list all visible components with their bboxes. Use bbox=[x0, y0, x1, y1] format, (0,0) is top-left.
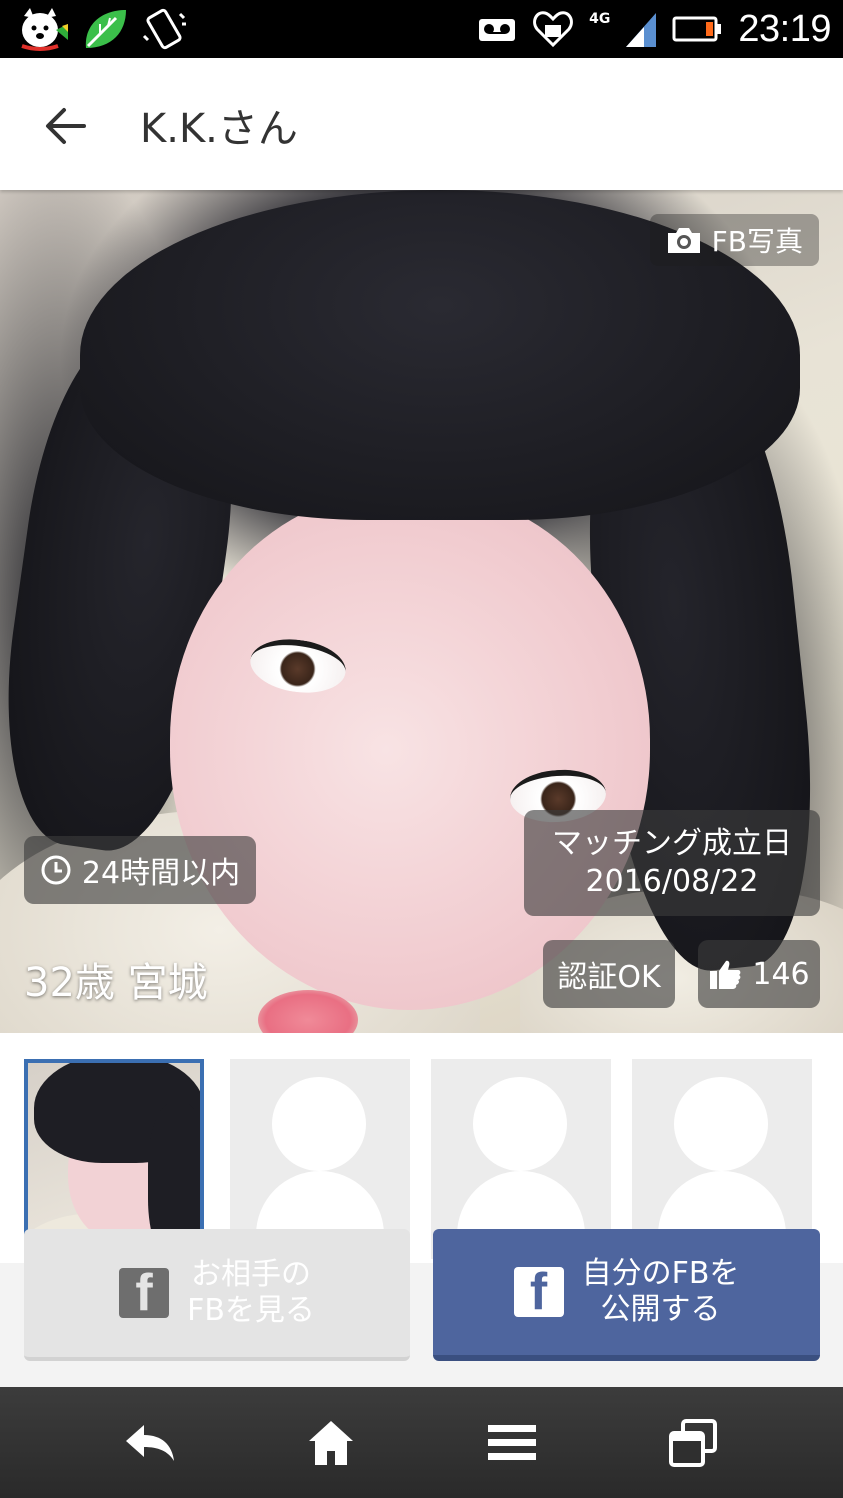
profile-photo[interactable]: FB写真 24時間以内 マッチング成立日 2016/08/22 32歳 宮城 認… bbox=[0, 190, 843, 1033]
avatar-placeholder-icon bbox=[272, 1077, 366, 1171]
home-icon bbox=[309, 1420, 354, 1465]
view-partner-fb-button[interactable]: f お相手の FBを見る bbox=[24, 1229, 410, 1361]
clock-icon bbox=[41, 855, 71, 885]
nav-home-button[interactable] bbox=[291, 1403, 371, 1483]
like-count: 146 bbox=[752, 956, 810, 992]
camera-icon bbox=[667, 228, 700, 253]
age-location: 32歳 宮城 bbox=[24, 960, 208, 1006]
label-line-1: お相手の bbox=[191, 1257, 311, 1292]
fb-photo-text: FB写真 bbox=[711, 225, 803, 258]
photo-detail bbox=[170, 490, 650, 1010]
avatar-placeholder-icon bbox=[674, 1077, 768, 1171]
page-title: K.K.さん bbox=[140, 106, 298, 152]
back-button[interactable] bbox=[34, 94, 98, 158]
voicemail-icon bbox=[479, 19, 516, 41]
match-date: 2016/08/22 bbox=[585, 864, 759, 899]
heart-icon bbox=[533, 11, 574, 48]
publish-my-fb-button[interactable]: f 自分のFBを 公開する bbox=[433, 1229, 820, 1361]
phone-vibrate-icon bbox=[142, 8, 186, 50]
label-line-2: FBを見る bbox=[187, 1293, 315, 1328]
label-line-1: 自分のFBを bbox=[581, 1256, 740, 1291]
status-bar: 4G 23:19 bbox=[0, 0, 843, 58]
app-bar: K.K.さん bbox=[0, 58, 843, 190]
recent-apps-icon bbox=[668, 1418, 717, 1467]
avatar-placeholder-icon bbox=[473, 1077, 567, 1171]
thumbs-up-icon bbox=[710, 960, 741, 989]
system-indicators: 4G 23:19 bbox=[477, 4, 831, 54]
fb-photo-label: FB写真 bbox=[649, 214, 819, 266]
match-label: マッチング成立日 bbox=[552, 826, 792, 861]
verified-badge: 認証OK bbox=[543, 940, 675, 1008]
menu-icon bbox=[487, 1424, 536, 1460]
nav-recent-apps-button[interactable] bbox=[653, 1403, 733, 1483]
view-partner-fb-label: お相手の FBを見る bbox=[187, 1257, 315, 1329]
facebook-icon: f bbox=[119, 1268, 170, 1318]
notification-icons bbox=[16, 6, 190, 52]
dog-mascot-icon bbox=[21, 8, 68, 51]
like-count-badge: 146 bbox=[698, 940, 820, 1008]
match-date-badge: マッチング成立日 2016/08/22 bbox=[524, 810, 820, 916]
battery-icon bbox=[672, 16, 722, 42]
clock: 23:19 bbox=[738, 7, 831, 50]
leaf-icon bbox=[85, 10, 126, 48]
navigation-bar bbox=[0, 1387, 843, 1498]
signal-icon bbox=[626, 13, 657, 47]
publish-my-fb-label: 自分のFBを 公開する bbox=[582, 1256, 740, 1328]
label-line-2: 公開する bbox=[600, 1292, 721, 1327]
arrow-left-icon bbox=[46, 108, 86, 144]
login-status-text: 24時間以内 bbox=[81, 856, 241, 891]
nav-back-button[interactable] bbox=[110, 1403, 190, 1483]
back-icon bbox=[126, 1424, 175, 1461]
login-status-badge: 24時間以内 bbox=[24, 836, 256, 904]
network-type: 4G bbox=[589, 11, 611, 27]
nav-menu-button[interactable] bbox=[472, 1403, 552, 1483]
facebook-icon: f bbox=[513, 1267, 564, 1317]
